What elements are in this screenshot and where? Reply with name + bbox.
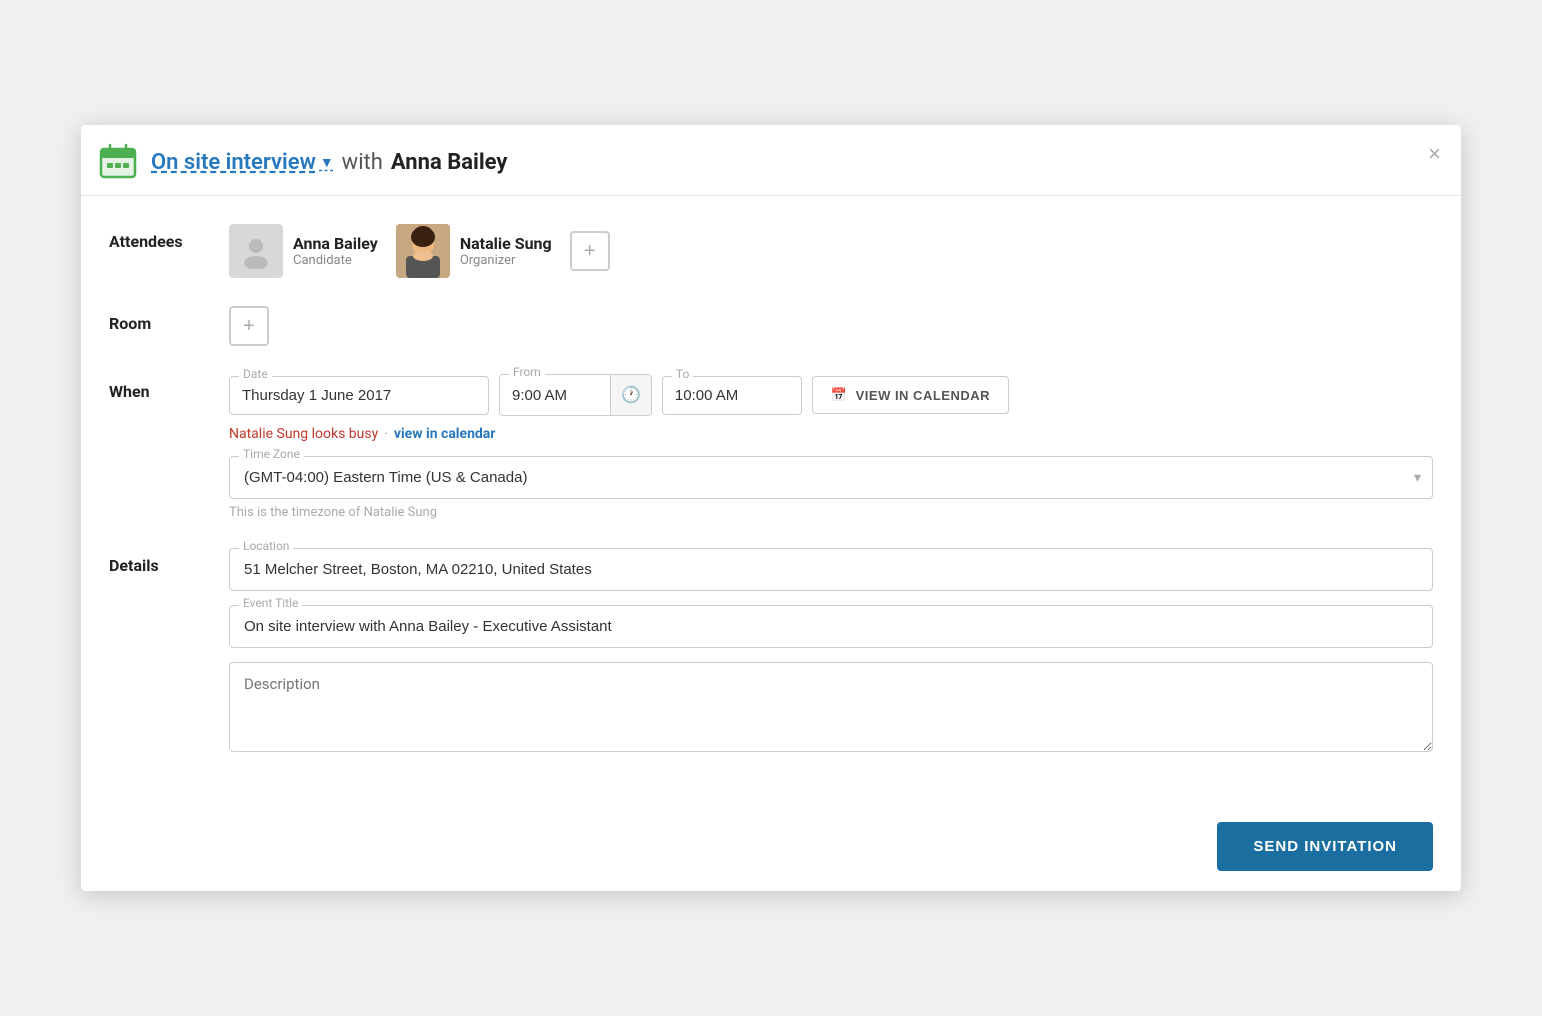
timezone-label: Time Zone bbox=[239, 447, 304, 461]
date-field-label: Date bbox=[239, 367, 272, 381]
when-label: When bbox=[109, 374, 229, 401]
anna-info: Anna Bailey Candidate bbox=[293, 234, 378, 268]
anna-role: Candidate bbox=[293, 253, 378, 268]
view-calendar-label: VIEW IN CALENDAR bbox=[856, 388, 990, 403]
busy-dot: · bbox=[384, 426, 388, 442]
when-fields: Date From 🕐 To bbox=[229, 374, 1433, 416]
room-content: + bbox=[229, 306, 1433, 346]
interview-modal: On site interview ▼ with Anna Bailey × A… bbox=[81, 125, 1461, 891]
room-row: Room + bbox=[109, 306, 1433, 346]
natalie-name: Natalie Sung bbox=[460, 234, 552, 253]
modal-body: Attendees Anna Bailey Candidate bbox=[81, 196, 1461, 804]
from-time-input[interactable] bbox=[500, 377, 610, 414]
location-input[interactable] bbox=[229, 548, 1433, 591]
view-calendar-link[interactable]: view in calendar bbox=[394, 426, 496, 442]
description-textarea[interactable] bbox=[229, 662, 1433, 752]
from-time-container: 🕐 bbox=[499, 374, 652, 416]
attendee-card-anna: Anna Bailey Candidate bbox=[229, 224, 378, 278]
details-content: Location Event Title bbox=[229, 548, 1433, 752]
busy-notice: Natalie Sung looks busy · view in calend… bbox=[229, 426, 1433, 442]
from-field-label: From bbox=[509, 365, 545, 379]
when-row: When Date From 🕐 bbox=[109, 374, 1433, 520]
natalie-info: Natalie Sung Organizer bbox=[460, 234, 552, 268]
natalie-avatar bbox=[396, 224, 450, 278]
natalie-role: Organizer bbox=[460, 253, 552, 268]
attendees-row: Attendees Anna Bailey Candidate bbox=[109, 224, 1433, 278]
attendee-card-natalie: Natalie Sung Organizer bbox=[396, 224, 552, 278]
attendees-label: Attendees bbox=[109, 224, 229, 251]
with-label: with bbox=[342, 150, 383, 175]
room-label: Room bbox=[109, 306, 229, 333]
interview-type[interactable]: On site interview ▼ bbox=[151, 150, 334, 175]
anna-name: Anna Bailey bbox=[293, 234, 378, 253]
attendees-content: Anna Bailey Candidate bbox=[229, 224, 1433, 278]
from-time-icon-button[interactable]: 🕐 bbox=[610, 375, 651, 415]
location-label: Location bbox=[239, 539, 293, 553]
to-time-input[interactable] bbox=[662, 376, 802, 415]
to-field-label: To bbox=[672, 367, 693, 381]
modal-header: On site interview ▼ with Anna Bailey × bbox=[81, 125, 1461, 196]
close-button[interactable]: × bbox=[1428, 143, 1441, 165]
timezone-select[interactable]: (GMT-04:00) Eastern Time (US & Canada) bbox=[229, 456, 1433, 499]
busy-text: Natalie Sung looks busy bbox=[229, 426, 378, 442]
attendees-list: Anna Bailey Candidate bbox=[229, 224, 1433, 278]
calendar-icon bbox=[99, 143, 137, 181]
timezone-group: Time Zone (GMT-04:00) Eastern Time (US &… bbox=[229, 456, 1433, 499]
header-title: On site interview ▼ with Anna Bailey bbox=[151, 150, 508, 175]
anna-avatar bbox=[229, 224, 283, 278]
modal-footer: SEND INVITATION bbox=[81, 804, 1461, 891]
to-field-group: To bbox=[662, 376, 802, 415]
date-field-group: Date bbox=[229, 376, 489, 415]
add-room-button[interactable]: + bbox=[229, 306, 269, 346]
event-title-label: Event Title bbox=[239, 596, 302, 610]
event-title-field-group: Event Title bbox=[229, 605, 1433, 648]
view-in-calendar-button[interactable]: 📅 VIEW IN CALENDAR bbox=[812, 376, 1009, 414]
candidate-name-header: Anna Bailey bbox=[391, 150, 508, 175]
when-content: Date From 🕐 To bbox=[229, 374, 1433, 520]
from-field-group: From 🕐 bbox=[499, 374, 652, 416]
details-label: Details bbox=[109, 548, 229, 575]
send-invitation-button[interactable]: SEND INVITATION bbox=[1217, 822, 1433, 871]
details-row: Details Location Event Title bbox=[109, 548, 1433, 752]
dropdown-arrow-icon[interactable]: ▼ bbox=[320, 154, 334, 171]
date-input[interactable] bbox=[229, 376, 489, 415]
location-field-group: Location bbox=[229, 548, 1433, 591]
timezone-hint: This is the timezone of Natalie Sung bbox=[229, 505, 1433, 520]
add-attendee-button[interactable]: + bbox=[570, 231, 610, 271]
view-calendar-icon: 📅 bbox=[831, 387, 848, 403]
event-title-input[interactable] bbox=[229, 605, 1433, 648]
interview-type-label: On site interview bbox=[151, 150, 316, 175]
